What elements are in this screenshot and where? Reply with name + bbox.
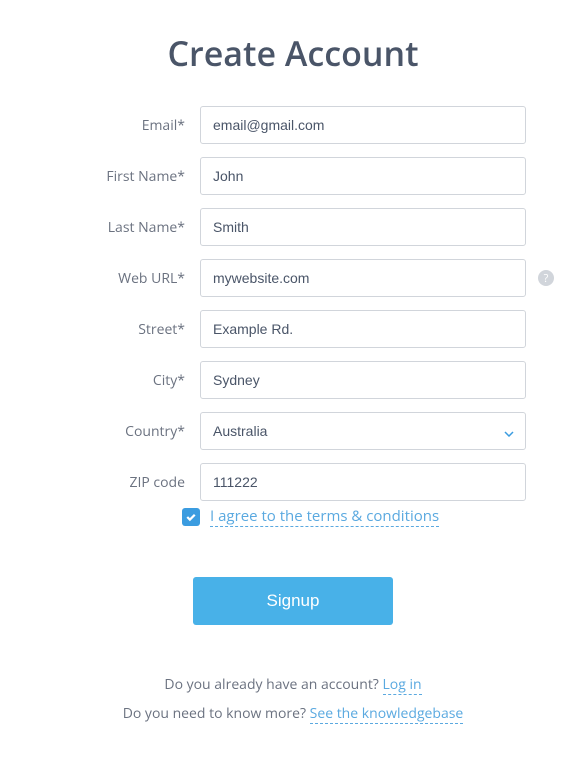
check-icon: [185, 511, 197, 523]
login-link[interactable]: Log in: [383, 675, 422, 695]
last-name-input[interactable]: [200, 208, 526, 246]
terms-row: I agree to the terms & conditions: [182, 506, 526, 527]
signup-form: Email* First Name* Last Name* Web URL* ?…: [60, 106, 526, 625]
zip-label: ZIP code: [60, 473, 200, 492]
street-input[interactable]: [200, 310, 526, 348]
street-label: Street*: [60, 320, 200, 339]
web-url-input[interactable]: [200, 259, 526, 297]
terms-link[interactable]: I agree to the terms & conditions: [210, 506, 439, 527]
city-row: City*: [60, 361, 526, 399]
country-label: Country*: [60, 422, 200, 441]
last-name-label: Last Name*: [60, 218, 200, 237]
country-select[interactable]: Australia: [200, 412, 526, 450]
zip-input[interactable]: [200, 463, 526, 501]
email-label: Email*: [60, 116, 200, 135]
kb-prompt-text: Do you need to know more?: [123, 704, 310, 723]
first-name-row: First Name*: [60, 157, 526, 195]
help-icon[interactable]: ?: [538, 270, 554, 286]
login-prompt: Do you already have an account? Log in: [60, 675, 526, 694]
last-name-row: Last Name*: [60, 208, 526, 246]
city-label: City*: [60, 371, 200, 390]
country-select-wrapper: Australia: [200, 412, 526, 450]
terms-checkbox[interactable]: [182, 508, 200, 526]
page-title: Create Account: [60, 30, 526, 76]
kb-link[interactable]: See the knowledgebase: [310, 704, 464, 724]
email-row: Email*: [60, 106, 526, 144]
first-name-label: First Name*: [60, 167, 200, 186]
login-prompt-text: Do you already have an account?: [164, 675, 382, 694]
city-input[interactable]: [200, 361, 526, 399]
signup-button[interactable]: Signup: [193, 577, 393, 625]
street-row: Street*: [60, 310, 526, 348]
web-url-row: Web URL* ?: [60, 259, 526, 297]
country-row: Country* Australia: [60, 412, 526, 450]
first-name-input[interactable]: [200, 157, 526, 195]
kb-prompt: Do you need to know more? See the knowle…: [60, 704, 526, 723]
email-input[interactable]: [200, 106, 526, 144]
zip-row: ZIP code: [60, 463, 526, 501]
web-url-label: Web URL*: [60, 269, 200, 288]
